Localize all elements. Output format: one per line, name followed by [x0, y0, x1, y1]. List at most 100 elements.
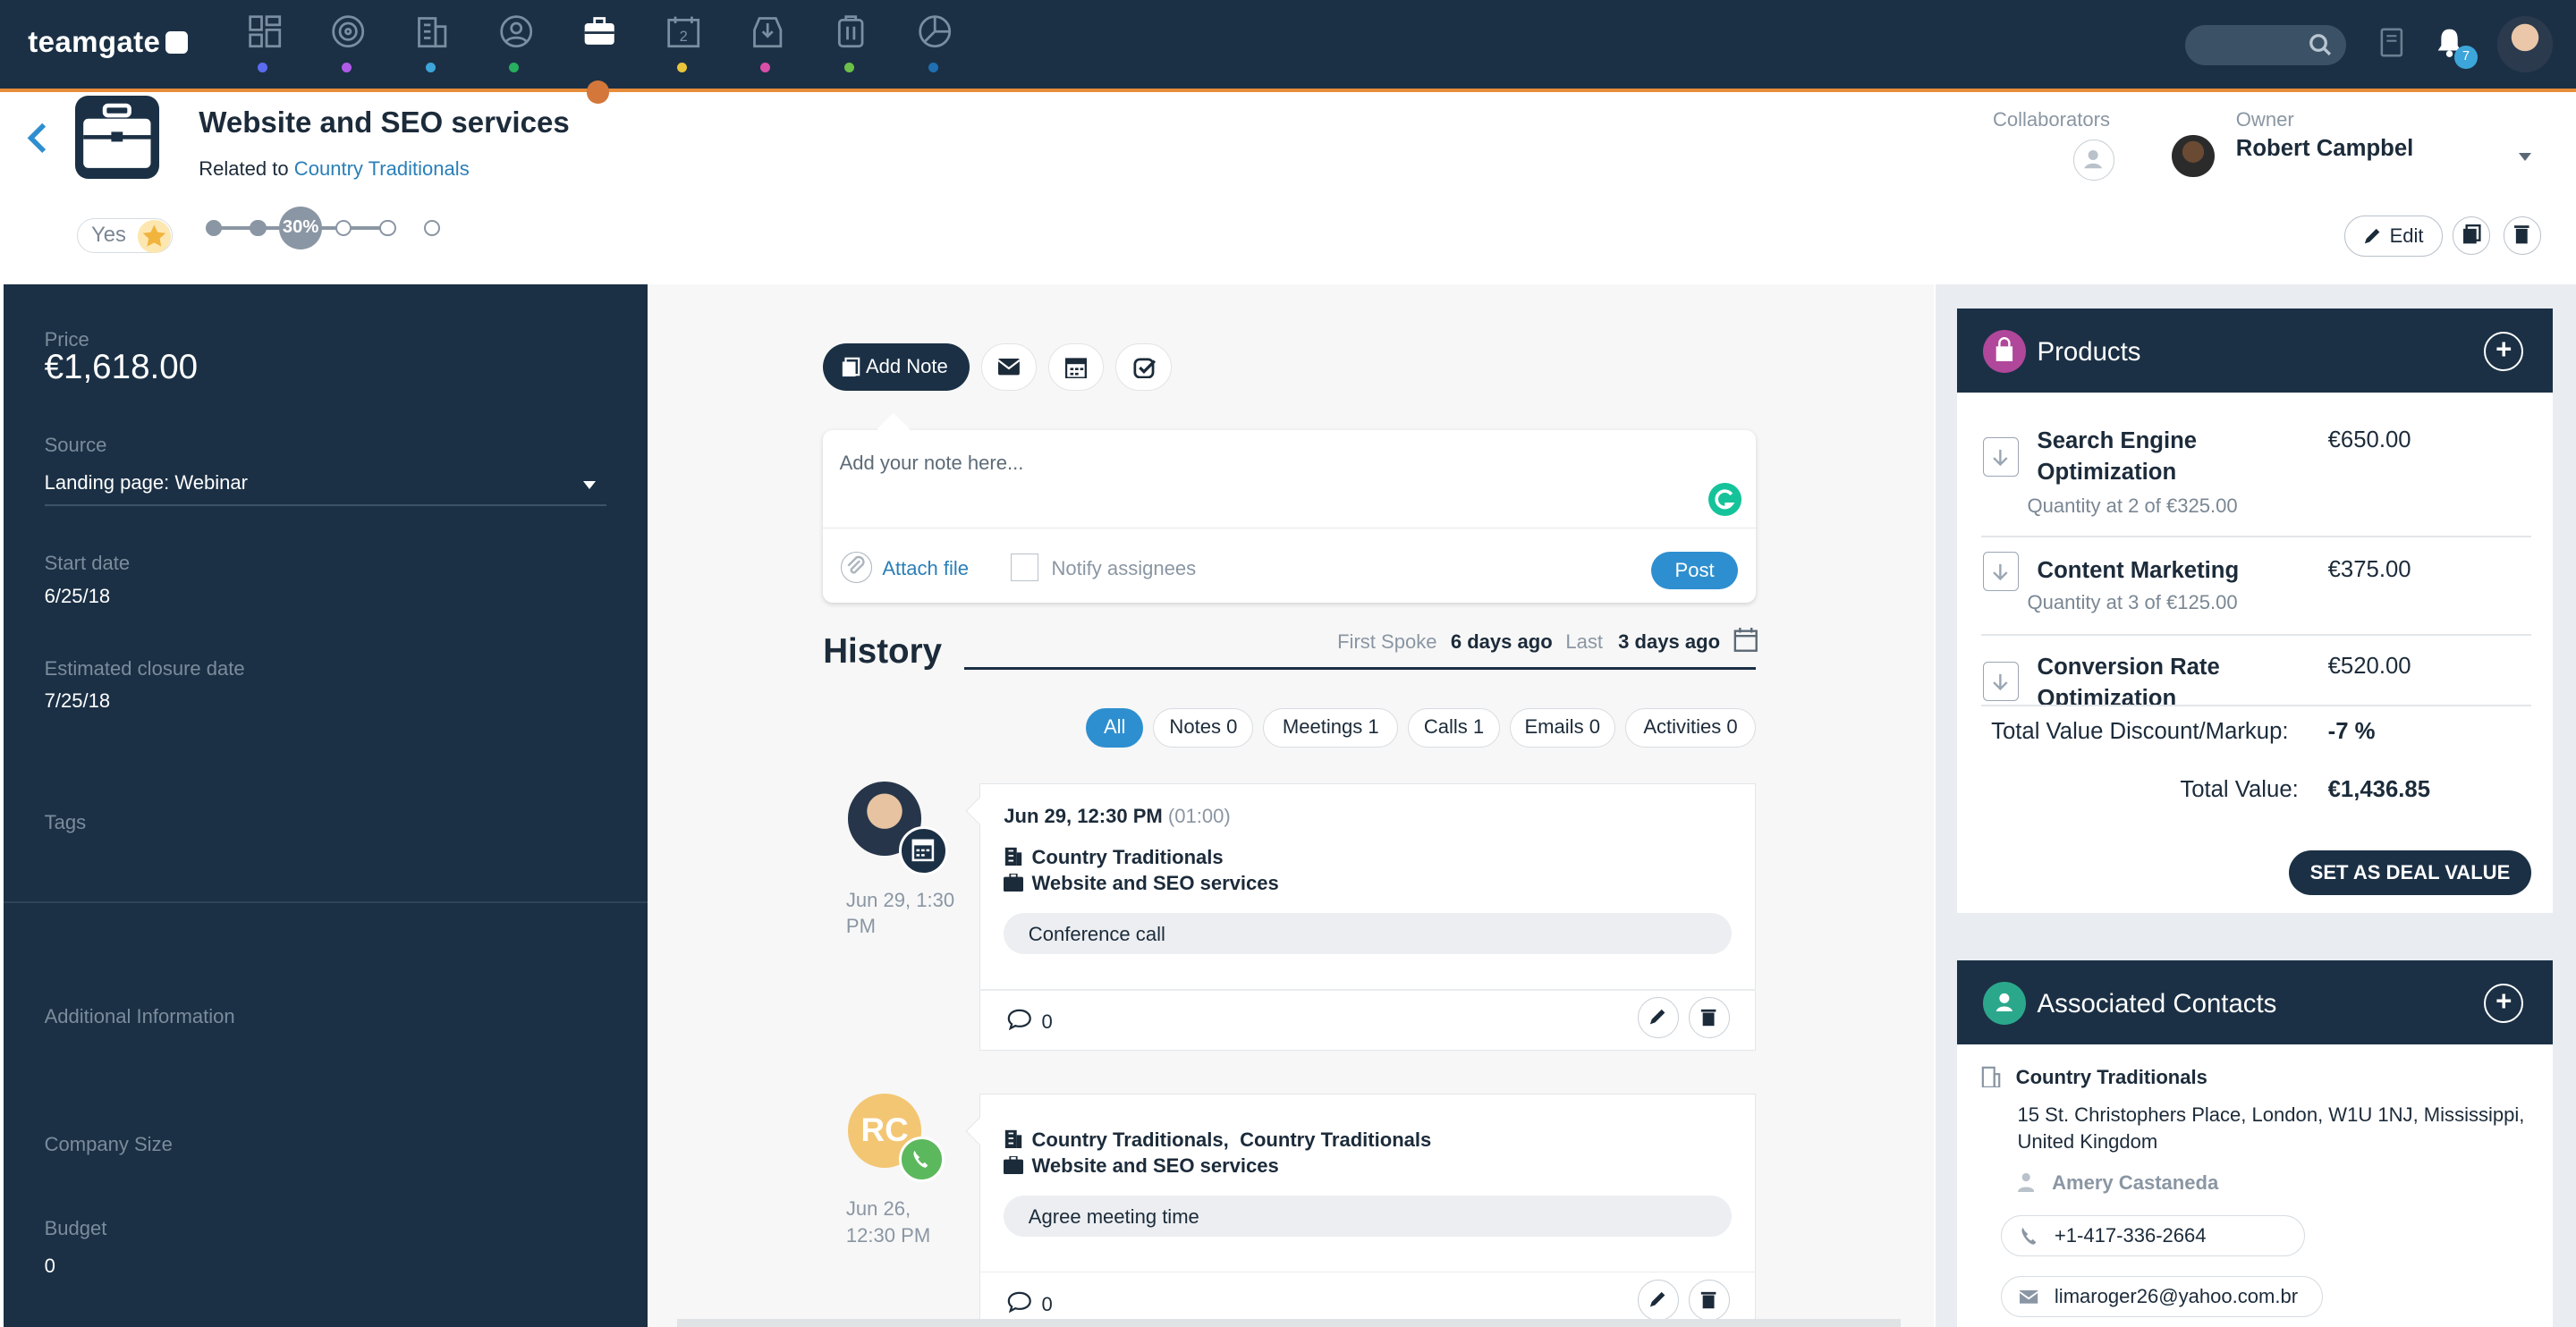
stage-step-6[interactable] — [423, 220, 441, 237]
start-date-value[interactable]: 6/25/18 — [45, 585, 111, 608]
entry-deal-link[interactable]: Website and SEO services — [1031, 872, 1278, 895]
nav-briefcase-icon[interactable] — [579, 10, 622, 82]
phone-book-icon[interactable] — [2380, 28, 2403, 57]
comment-icon[interactable] — [1007, 1291, 1032, 1313]
filter-notes[interactable]: Notes 0 — [1153, 707, 1254, 748]
nav-dashboard-icon[interactable] — [243, 10, 286, 82]
contact-email[interactable]: limaroger26@yahoo.com.br — [2001, 1276, 2324, 1318]
grammarly-icon[interactable] — [1708, 483, 1741, 516]
contact-company-link[interactable]: Country Traditionals — [2016, 1066, 2207, 1089]
owner-avatar — [2172, 134, 2215, 178]
edit-button[interactable]: Edit — [2344, 215, 2444, 257]
add-collaborator-icon[interactable] — [2072, 139, 2114, 182]
nav-target-icon[interactable] — [327, 10, 370, 82]
user-avatar[interactable] — [2496, 16, 2554, 72]
set-as-deal-value-button[interactable]: SET AS DEAL VALUE — [2288, 850, 2532, 895]
contact-person-name[interactable]: Amery Castaneda — [2052, 1171, 2218, 1195]
total-value: €1,436.85 — [2327, 776, 2430, 802]
product-name[interactable]: Search Engine Optimization — [2038, 426, 2198, 488]
filter-all[interactable]: All — [1086, 707, 1144, 748]
active-section-marker — [586, 80, 610, 104]
delete-entry-button[interactable] — [1689, 1279, 1731, 1321]
paperclip-icon[interactable] — [841, 552, 873, 584]
source-dropdown-chevron-icon[interactable] — [583, 481, 597, 489]
filter-calls[interactable]: Calls 1 — [1408, 707, 1500, 748]
email-tab[interactable] — [980, 342, 1037, 392]
app-logo[interactable]: teamgate — [28, 26, 189, 60]
add-product-plus-icon[interactable]: + — [2484, 332, 2524, 372]
filter-activities[interactable]: Activities 0 — [1624, 707, 1757, 748]
tags-label[interactable]: Tags — [45, 811, 87, 834]
product-name[interactable]: Conversion Rate Optimization — [2038, 652, 2220, 705]
entry-time: Jun 29, 12:30 PM (01:00) — [1004, 805, 1231, 827]
contact-phone[interactable]: +1-417-336-2664 — [2001, 1215, 2305, 1257]
source-select[interactable]: Landing page: Webinar — [45, 471, 248, 494]
note-icon — [843, 357, 860, 376]
email-address: limaroger26@yahoo.com.br — [2054, 1285, 2299, 1308]
deal-briefcase-icon — [75, 95, 160, 180]
calendar-icon[interactable] — [1733, 627, 1758, 653]
price-value[interactable]: €1,618.00 — [45, 348, 199, 387]
checkbox-icon — [1132, 358, 1156, 378]
product-quantity: Quantity at 3 of €125.00 — [2027, 591, 2238, 614]
history-title: History — [823, 632, 943, 672]
delete-entry-button[interactable] — [1689, 996, 1731, 1038]
owner-name[interactable]: Robert Campbel — [2236, 136, 2414, 162]
add-note-tab[interactable]: Add Note — [823, 342, 970, 392]
product-name[interactable]: Content Marketing — [2038, 555, 2240, 587]
notify-assignees-label[interactable]: Notify assignees — [1052, 557, 1197, 580]
budget-value[interactable]: 0 — [45, 1255, 55, 1278]
delete-button[interactable] — [2504, 216, 2542, 255]
copy-button[interactable] — [2453, 216, 2491, 255]
comment-icon[interactable] — [1007, 1009, 1032, 1030]
product-list[interactable]: Search Engine Optimization €650.00 Quanti… — [1957, 393, 2554, 705]
nav-chart-icon[interactable] — [913, 10, 956, 82]
contacts-title: Associated Contacts — [2037, 988, 2277, 1018]
call-type-phone-icon — [898, 1137, 945, 1183]
edit-entry-button[interactable] — [1638, 996, 1680, 1038]
filter-meetings[interactable]: Meetings 1 — [1263, 707, 1399, 748]
nav-inbox-icon[interactable] — [746, 10, 789, 82]
building-icon — [1005, 1129, 1022, 1148]
entry-date: Jun 26, 12:30 PM — [845, 1197, 931, 1247]
entry-company-link[interactable]: Country Traditionals, Country Traditiona… — [1031, 1128, 1431, 1152]
filter-emails[interactable]: Emails 0 — [1509, 707, 1615, 748]
product-price: €375.00 — [2327, 556, 2411, 582]
product-download-icon — [1982, 662, 2020, 702]
entry-deal-link[interactable]: Website and SEO services — [1031, 1154, 1278, 1178]
related-prefix: Related to — [199, 157, 289, 181]
notify-assignees-checkbox[interactable] — [1010, 553, 1038, 582]
stage-step-current[interactable]: 30% — [279, 207, 322, 250]
building-icon — [1005, 847, 1022, 866]
stage-step-5[interactable] — [379, 220, 396, 237]
task-tab[interactable] — [1115, 342, 1172, 392]
stage-step-1[interactable] — [205, 220, 222, 237]
related-company-link[interactable]: Country Traditionals — [294, 157, 470, 180]
star-icon[interactable] — [138, 220, 172, 253]
add-note-label: Add Note — [865, 354, 948, 377]
closure-date-label: Estimated closure date — [44, 656, 245, 680]
closure-date-value[interactable]: 7/25/18 — [45, 689, 111, 713]
deal-title: Website and SEO services — [199, 106, 570, 140]
attach-file-link[interactable]: Attach file — [882, 557, 969, 580]
search-icon[interactable] — [2309, 33, 2332, 56]
nav-building-icon[interactable] — [411, 10, 453, 82]
meeting-tab[interactable] — [1047, 342, 1105, 392]
products-title: Products — [2037, 336, 2141, 367]
deal-stage-progress: 30% — [200, 207, 447, 250]
comment-count: 0 — [1041, 1292, 1053, 1315]
post-button[interactable]: Post — [1650, 552, 1739, 590]
edit-entry-button[interactable] — [1638, 1279, 1680, 1321]
note-input[interactable]: Add your note here... — [840, 452, 1024, 475]
stage-step-4[interactable] — [335, 220, 352, 237]
horizontal-scrollbar[interactable] — [676, 1318, 1902, 1327]
product-price: €520.00 — [2327, 654, 2411, 679]
nav-clipboard-icon[interactable] — [830, 10, 873, 82]
nav-person-icon[interactable] — [495, 10, 538, 82]
entry-company-link[interactable]: Country Traditionals — [1031, 846, 1223, 869]
owner-dropdown-chevron-icon[interactable] — [2518, 152, 2531, 161]
back-chevron-icon[interactable] — [26, 122, 49, 155]
history-underline — [964, 666, 1757, 671]
stage-step-2[interactable] — [250, 220, 267, 237]
nav-calendar-icon[interactable]: 2 — [662, 10, 705, 82]
